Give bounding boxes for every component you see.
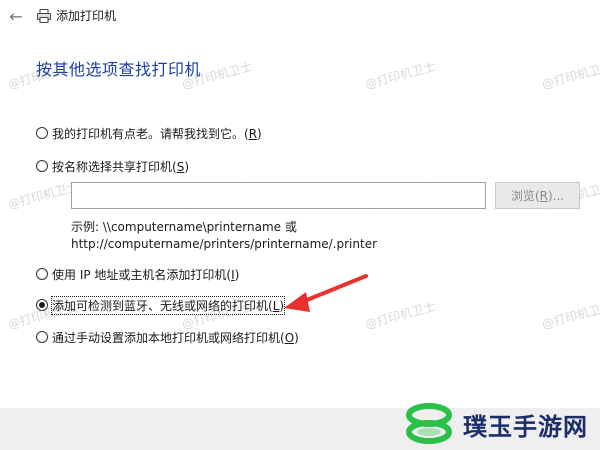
watermark: @打印机卫士 [540, 59, 600, 92]
printer-icon [37, 9, 51, 23]
radio-bluetooth-wireless[interactable] [36, 299, 48, 311]
option-manual-settings[interactable]: 通过手动设置添加本地打印机或网络打印机(O) [36, 328, 299, 346]
option-bluetooth-wireless[interactable]: 添加可检测到蓝牙、无线或网络的打印机(L) [36, 295, 286, 315]
brand-name: 璞玉手游网 [463, 413, 588, 441]
back-button[interactable]: ← [6, 7, 26, 27]
page-title: 按其他选项查找打印机 [36, 60, 202, 79]
option-label: 添加可检测到蓝牙、无线或网络的打印机(L) [50, 295, 286, 315]
watermark: @打印机卫士 [6, 179, 80, 212]
radio-shared-printer[interactable] [36, 160, 48, 172]
option-label: 使用 IP 地址或主机名添加打印机(I) [52, 267, 240, 282]
option-old-printer[interactable]: 我的打印机有点老。请帮我找到它。(R) [36, 124, 262, 142]
option-label: 我的打印机有点老。请帮我找到它。(R) [52, 126, 262, 141]
option-shared-printer[interactable]: 按名称选择共享打印机(S) [36, 157, 189, 175]
example-text: 示例: \\computername\printername 或 http://… [71, 219, 377, 253]
option-ip-address[interactable]: 使用 IP 地址或主机名添加打印机(I) [36, 265, 239, 283]
radio-manual-settings[interactable] [36, 331, 48, 343]
title-bar: ← 添加打印机 [0, 0, 600, 34]
option-label: 通过手动设置添加本地打印机或网络打印机(O) [52, 330, 299, 345]
radio-old-printer[interactable] [36, 127, 48, 139]
example-line: 示例: \\computername\printername 或 [71, 220, 297, 234]
annotation-arrow-icon [284, 274, 368, 312]
watermark: @打印机卫士 [363, 59, 437, 92]
brand-logo-icon [406, 403, 452, 444]
browse-button[interactable]: 浏览(R)... [495, 182, 580, 209]
radio-ip-address[interactable] [36, 268, 48, 280]
watermark: @打印机卫士 [363, 299, 437, 332]
watermark: @打印机卫士 [540, 299, 600, 332]
printer-name-input[interactable] [71, 182, 486, 209]
window-title: 添加打印机 [56, 9, 117, 23]
example-line: http://computername/printers/printername… [71, 237, 378, 251]
option-label: 按名称选择共享打印机(S) [52, 159, 189, 174]
